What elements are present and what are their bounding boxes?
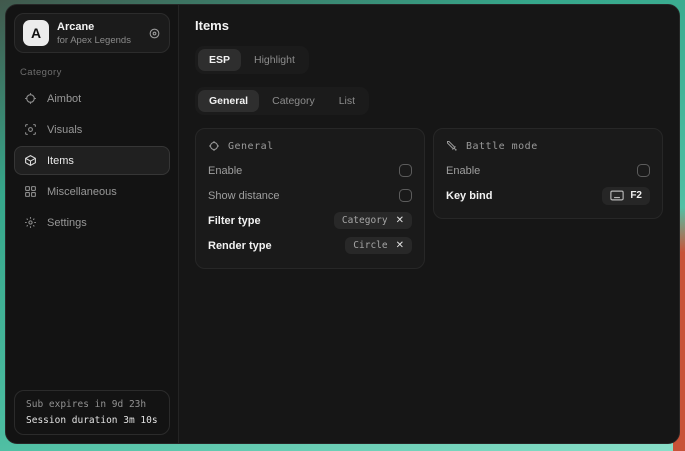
sidebar-item-items[interactable]: Items — [14, 146, 170, 175]
close-icon[interactable]: ✕ — [396, 241, 404, 251]
mode-tabbar: ESP Highlight — [195, 46, 309, 74]
view-tabbar: General Category List — [195, 87, 369, 115]
setting-row-enable: Enable — [208, 158, 412, 183]
setting-label: Enable — [208, 165, 242, 177]
sidebar-spacer — [14, 237, 170, 390]
keybind-button[interactable]: F2 — [602, 187, 650, 205]
tab-category[interactable]: Category — [261, 90, 326, 112]
chip-value: Category — [342, 215, 388, 226]
setting-row-render-type: Render type Circle ✕ — [208, 233, 412, 258]
setting-label: Key bind — [446, 190, 492, 202]
app-name: Arcane — [57, 21, 140, 33]
tab-general[interactable]: General — [198, 90, 259, 112]
general-panel-header: General — [208, 138, 412, 158]
setting-row-show-distance: Show distance — [208, 183, 412, 208]
battle-mode-panel-header: Battle mode — [446, 138, 650, 158]
close-icon[interactable]: ✕ — [396, 216, 404, 226]
setting-row-filter-type: Filter type Category ✕ — [208, 208, 412, 233]
battle-enable-checkbox[interactable] — [637, 164, 650, 177]
setting-label: Filter type — [208, 215, 261, 227]
sidebar-item-label: Settings — [47, 217, 87, 229]
sidebar-item-label: Visuals — [47, 124, 82, 136]
setting-label: Enable — [446, 165, 480, 177]
keyboard-icon — [610, 190, 624, 201]
keybind-value: F2 — [630, 190, 642, 201]
tab-list[interactable]: List — [328, 90, 366, 112]
app-header-card: A Arcane for Apex Legends — [14, 13, 170, 53]
setting-label: Render type — [208, 240, 272, 252]
app-header-texts: Arcane for Apex Legends — [57, 21, 140, 46]
panel-title: Battle mode — [466, 141, 538, 152]
sidebar-item-label: Miscellaneous — [47, 186, 117, 198]
session-duration-text: Session duration 3m 10s — [26, 415, 158, 426]
scan-eye-icon — [24, 123, 37, 136]
tab-esp[interactable]: ESP — [198, 49, 241, 71]
sidebar-item-settings[interactable]: Settings — [14, 208, 170, 237]
sub-expires-text: Sub expires in 9d 23h — [26, 399, 158, 410]
general-panel: General Enable Show distance Filter type… — [195, 128, 425, 269]
app-subtitle: for Apex Legends — [57, 35, 140, 46]
sword-icon — [446, 140, 458, 152]
tab-highlight[interactable]: Highlight — [243, 49, 306, 71]
grid-icon — [24, 185, 37, 198]
subscription-card: Sub expires in 9d 23h Session duration 3… — [14, 390, 170, 435]
app-window: A Arcane for Apex Legends Category Aimbo… — [5, 4, 680, 444]
page-title: Items — [195, 18, 663, 33]
filter-type-chip[interactable]: Category ✕ — [334, 212, 412, 229]
gear-icon — [24, 216, 37, 229]
chip-value: Circle — [353, 240, 387, 251]
sidebar-section-label: Category — [20, 67, 164, 78]
enable-checkbox[interactable] — [399, 164, 412, 177]
sidebar-item-label: Items — [47, 155, 74, 167]
panel-title: General — [228, 141, 274, 152]
sidebar: A Arcane for Apex Legends Category Aimbo… — [6, 5, 178, 443]
sidebar-item-miscellaneous[interactable]: Miscellaneous — [14, 177, 170, 206]
main-content: Items ESP Highlight General Category Lis… — [178, 5, 679, 443]
crosshair-icon — [208, 140, 220, 152]
sidebar-item-visuals[interactable]: Visuals — [14, 115, 170, 144]
sidebar-item-label: Aimbot — [47, 93, 81, 105]
package-icon — [24, 154, 37, 167]
sidebar-nav: Aimbot Visuals Items — [14, 84, 170, 237]
panels-row: General Enable Show distance Filter type… — [195, 128, 663, 269]
crosshair-icon — [24, 92, 37, 105]
app-logo: A — [23, 20, 49, 46]
setting-row-key-bind: Key bind F2 — [446, 183, 650, 208]
sidebar-item-aimbot[interactable]: Aimbot — [14, 84, 170, 113]
setting-label: Show distance — [208, 190, 280, 202]
battle-mode-panel: Battle mode Enable Key bind F2 — [433, 128, 663, 219]
show-distance-checkbox[interactable] — [399, 189, 412, 202]
render-type-chip[interactable]: Circle ✕ — [345, 237, 412, 254]
target-icon[interactable] — [148, 27, 161, 40]
setting-row-enable: Enable — [446, 158, 650, 183]
